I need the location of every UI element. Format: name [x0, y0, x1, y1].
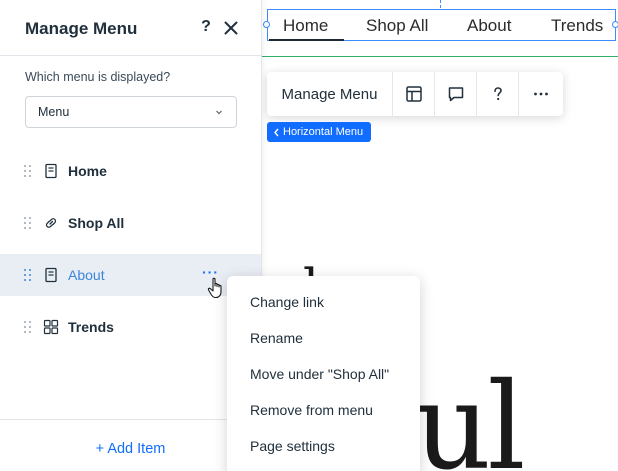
menu-item-shop-all[interactable]: Shop All	[0, 202, 261, 244]
context-item-page-settings[interactable]: Page settings	[250, 438, 335, 454]
floating-toolbar: Manage Menu	[267, 72, 563, 116]
chevron-left-icon	[274, 128, 279, 136]
manage-menu-button[interactable]: Manage Menu	[267, 72, 393, 116]
more-actions-button[interactable]	[519, 72, 563, 116]
help-button[interactable]	[477, 72, 519, 116]
menu-item-label: Home	[68, 163, 107, 179]
menu-item-home[interactable]: Home	[0, 150, 261, 192]
element-tag-label: Horizontal Menu	[283, 126, 364, 138]
horizontal-menu-item-trends[interactable]: Trends	[551, 16, 603, 36]
link-icon	[45, 218, 57, 228]
manage-menu-panel: Manage Menu ? Which menu is displayed? M…	[0, 0, 262, 471]
drag-handle-icon[interactable]	[24, 217, 32, 229]
alignment-guide	[440, 0, 441, 8]
help-icon[interactable]: ?	[199, 18, 213, 36]
help-icon	[493, 87, 502, 101]
menu-select-dropdown[interactable]: Menu	[25, 96, 237, 128]
more-icon	[534, 92, 548, 96]
menu-item-trends[interactable]: Trends	[0, 306, 261, 348]
menu-select-label: Which menu is displayed?	[25, 70, 171, 84]
element-tag-horizontal-menu[interactable]: Horizontal Menu	[267, 122, 372, 142]
horizontal-menu-item-home[interactable]: Home	[283, 16, 328, 36]
resize-handle-right[interactable]	[612, 21, 618, 28]
panel-header: Manage Menu ?	[0, 0, 261, 56]
context-item-move-under[interactable]: Move under "Shop All"	[250, 366, 389, 382]
context-item-rename[interactable]: Rename	[250, 330, 303, 346]
menu-item-label: Shop All	[68, 215, 125, 231]
drag-handle-icon[interactable]	[24, 165, 32, 177]
panel-footer: + Add Item	[0, 419, 261, 471]
horizontal-menu-item-about[interactable]: About	[467, 16, 511, 36]
menu-select-value: Menu	[38, 105, 70, 119]
page-icon	[45, 267, 57, 283]
menu-guide-line	[262, 56, 618, 57]
active-item-underline	[269, 39, 344, 41]
close-icon[interactable]	[222, 19, 240, 37]
horizontal-menu-item-shop-all[interactable]: Shop All	[366, 16, 428, 36]
item-context-menu: Change link Rename Move under "Shop All"…	[227, 276, 420, 471]
menu-item-label: Trends	[68, 319, 114, 335]
dynamic-page-icon	[43, 319, 59, 335]
layout-icon	[405, 86, 422, 102]
menu-item-label: About	[68, 267, 105, 283]
context-item-remove[interactable]: Remove from menu	[250, 402, 373, 418]
drag-handle-icon[interactable]	[24, 269, 32, 281]
resize-handle-left[interactable]	[263, 21, 270, 28]
context-item-change-link[interactable]: Change link	[250, 294, 324, 310]
layout-button[interactable]	[393, 72, 435, 116]
comment-icon	[448, 87, 463, 102]
panel-title: Manage Menu	[25, 19, 138, 38]
chevron-down-icon	[216, 110, 222, 115]
comment-button[interactable]	[435, 72, 477, 116]
page-heading-fragment: ul	[414, 358, 526, 471]
page-icon	[45, 163, 57, 179]
add-item-button[interactable]: + Add Item	[0, 441, 261, 457]
drag-handle-icon[interactable]	[24, 321, 32, 333]
hand-cursor-icon	[207, 277, 222, 299]
